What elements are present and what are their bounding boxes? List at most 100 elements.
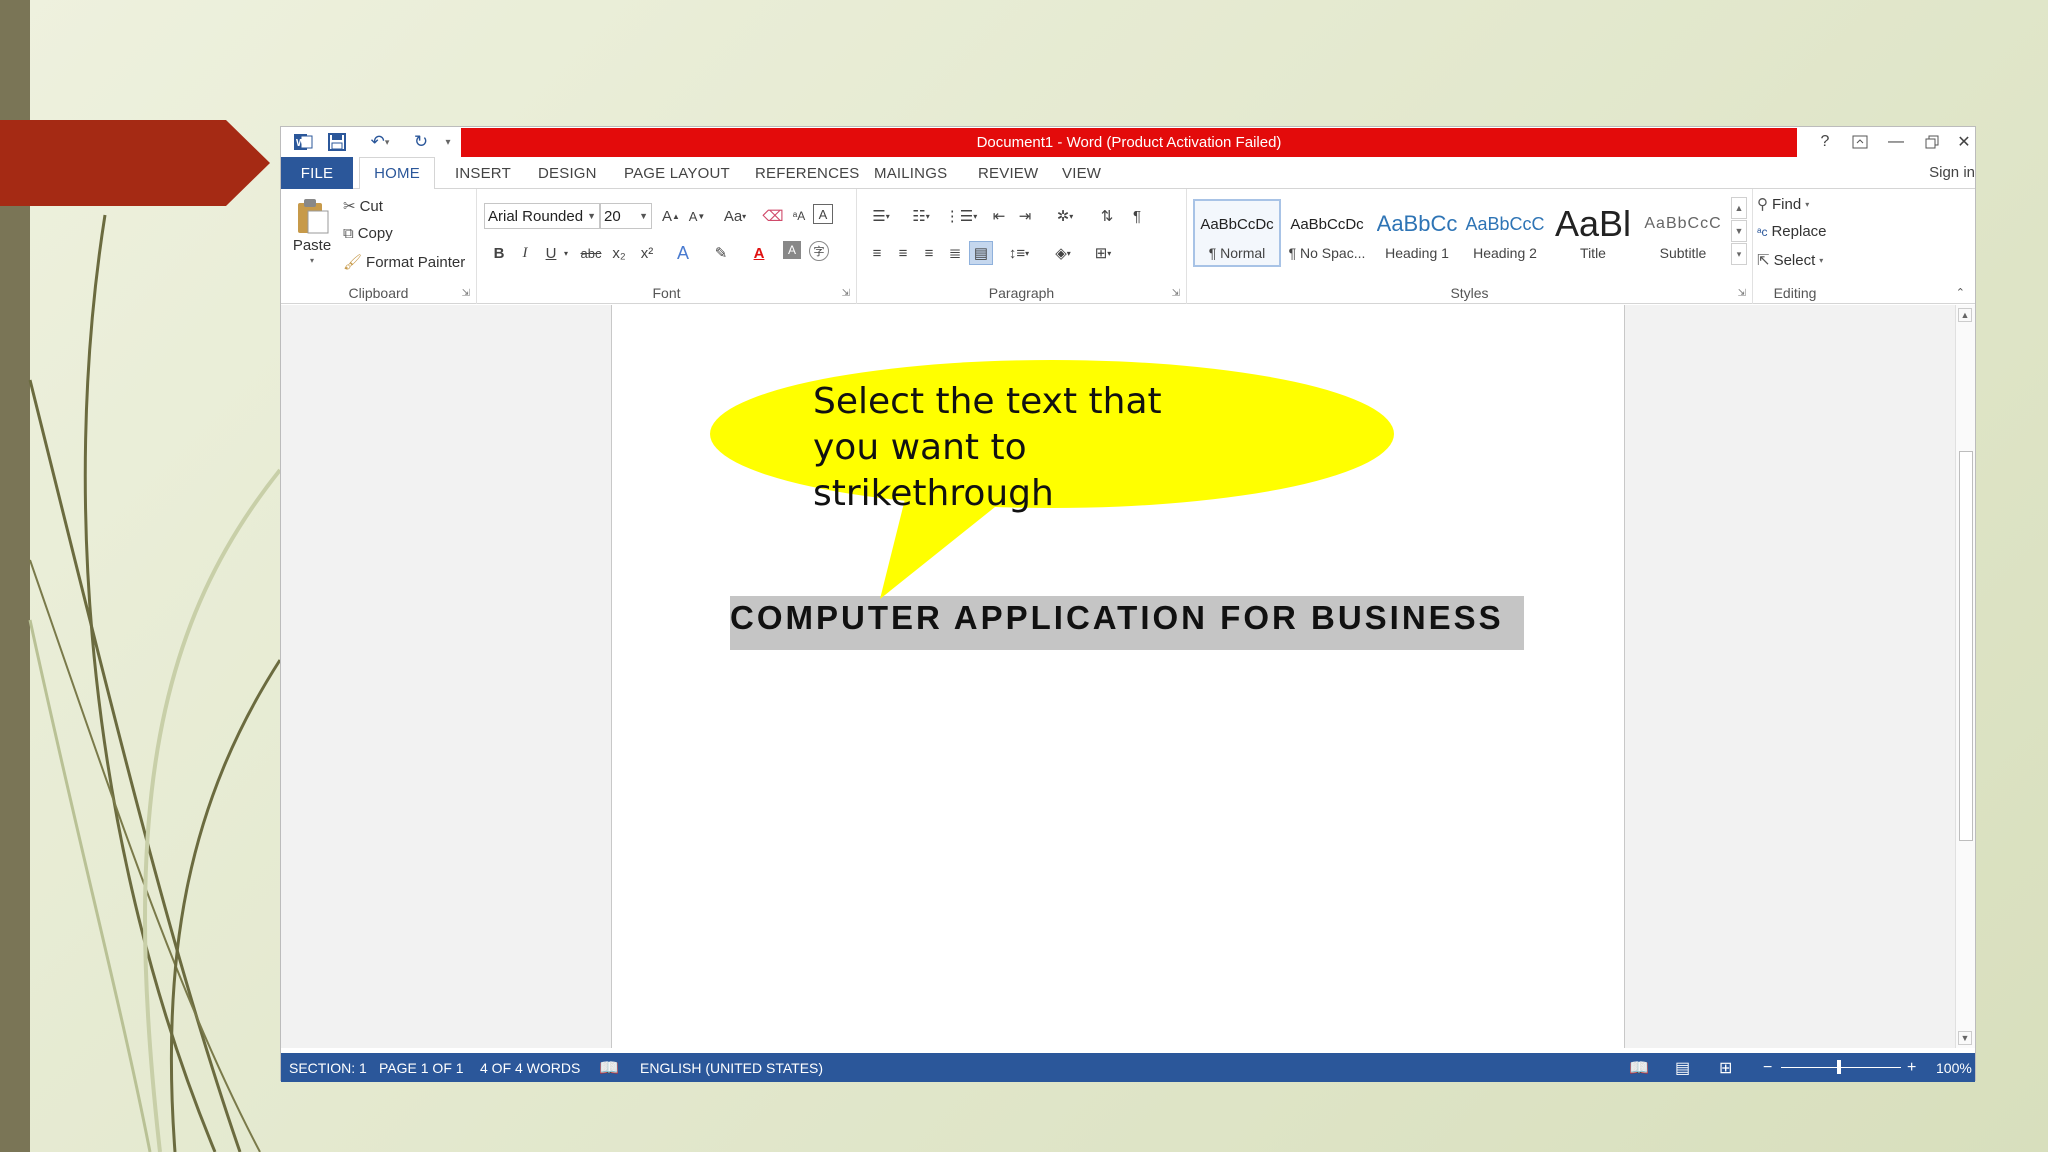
show-hide-marks-icon[interactable]: ¶: [1125, 204, 1149, 228]
chevron-down-icon: ▼: [587, 211, 596, 221]
read-mode-icon[interactable]: 📖: [1629, 1053, 1649, 1082]
document-page[interactable]: COMPUTER APPLICATION FOR BUSINESS Select…: [611, 305, 1625, 1048]
cut-button[interactable]: ✂ Cut: [343, 197, 383, 216]
style-no-spacing[interactable]: AaBbCcDc ¶ No Spac...: [1283, 199, 1371, 267]
tab-insert[interactable]: INSERT: [455, 157, 511, 189]
shading-icon[interactable]: ◈ ▾: [1045, 241, 1081, 265]
font-name-combo[interactable]: Arial Rounded ▼: [484, 203, 600, 229]
scrollbar-thumb[interactable]: [1959, 451, 1973, 841]
tab-file[interactable]: FILE: [281, 157, 353, 189]
justify-icon[interactable]: ≣: [943, 241, 967, 265]
multilevel-list-icon[interactable]: ⋮☰ ▾: [943, 204, 979, 228]
scroll-down-icon[interactable]: ▼: [1958, 1031, 1972, 1045]
style-subtitle-name: Subtitle: [1659, 245, 1707, 261]
numbering-icon[interactable]: ☷ ▾: [903, 204, 939, 228]
underline-options-icon[interactable]: ▾: [559, 241, 573, 265]
shrink-font-icon[interactable]: A ▼: [685, 204, 709, 228]
phonetic-guide-icon[interactable]: ᵃA: [787, 204, 811, 228]
tab-review[interactable]: REVIEW: [978, 157, 1038, 189]
restore-icon[interactable]: [1917, 131, 1947, 153]
copy-button[interactable]: ⧉ Copy: [343, 225, 393, 242]
replace-button[interactable]: ᵃc Replace: [1757, 223, 1827, 240]
align-center-icon[interactable]: ≡: [891, 241, 915, 265]
status-section[interactable]: SECTION: 1: [289, 1053, 367, 1082]
save-icon[interactable]: [325, 131, 349, 153]
distributed-icon[interactable]: ▤: [969, 241, 993, 265]
line-spacing-icon[interactable]: ↕≡ ▾: [1001, 241, 1037, 265]
redo-icon[interactable]: ↻: [409, 131, 433, 153]
clear-formatting-icon[interactable]: ⌫: [761, 204, 785, 228]
style-normal[interactable]: AaBbCcDc ¶ Normal: [1193, 199, 1281, 267]
sort-icon[interactable]: ⇅: [1095, 204, 1119, 228]
tab-home[interactable]: HOME: [359, 157, 435, 190]
close-icon[interactable]: ✕: [1949, 131, 1979, 153]
proofing-icon[interactable]: 📖: [599, 1053, 619, 1082]
zoom-out-icon[interactable]: −: [1763, 1053, 1772, 1082]
font-launcher-icon[interactable]: ⇲: [842, 288, 850, 299]
font-size-combo[interactable]: 20 ▼: [600, 203, 652, 229]
styles-group: AaBbCcDc ¶ Normal AaBbCcDc ¶ No Spac... …: [1187, 189, 1753, 304]
borders-icon[interactable]: ⊞ ▾: [1085, 241, 1121, 265]
font-color-icon[interactable]: A: [747, 241, 771, 265]
print-layout-icon[interactable]: ▤: [1675, 1053, 1690, 1082]
decrease-indent-icon[interactable]: ⇤: [987, 204, 1011, 228]
styles-launcher-icon[interactable]: ⇲: [1738, 288, 1746, 299]
increase-indent-icon[interactable]: ⇥: [1013, 204, 1037, 228]
highlight-color-icon[interactable]: ✎: [709, 241, 733, 265]
tab-design[interactable]: DESIGN: [538, 157, 597, 189]
ribbon-display-icon[interactable]: [1845, 131, 1875, 153]
text-effects-icon[interactable]: A: [671, 241, 695, 265]
tab-view[interactable]: VIEW: [1062, 157, 1101, 189]
status-language[interactable]: ENGLISH (UNITED STATES): [640, 1053, 823, 1082]
scroll-up-icon[interactable]: ▲: [1958, 308, 1972, 322]
format-painter-button[interactable]: 🖌 Format Painter: [343, 253, 465, 272]
italic-button[interactable]: I: [513, 241, 537, 265]
change-case-button[interactable]: Aa ▾: [717, 204, 753, 228]
collapse-ribbon-icon[interactable]: ⌃: [1956, 286, 1965, 299]
grow-font-icon[interactable]: A ▲: [659, 204, 683, 228]
status-words[interactable]: 4 OF 4 WORDS: [480, 1053, 580, 1082]
align-left-icon[interactable]: ≡: [865, 241, 889, 265]
find-button[interactable]: ⚲ Find ▾: [1757, 195, 1809, 214]
character-border-icon[interactable]: A: [813, 204, 833, 224]
paragraph-launcher-icon[interactable]: ⇲: [1172, 288, 1180, 299]
styles-more-icon[interactable]: ▾: [1731, 243, 1747, 265]
minimize-icon[interactable]: —: [1881, 131, 1911, 153]
styles-scroll-down-icon[interactable]: ▼: [1731, 220, 1747, 242]
strikethrough-button[interactable]: abc: [577, 241, 605, 265]
style-heading-1[interactable]: AaBbCc Heading 1: [1373, 199, 1461, 267]
web-layout-icon[interactable]: ⊞: [1719, 1053, 1732, 1082]
tab-mailings[interactable]: MAILINGS: [874, 157, 947, 189]
select-button[interactable]: ⇱ Select ▾: [1757, 251, 1823, 270]
zoom-slider[interactable]: [1777, 1053, 1905, 1082]
style-heading-2[interactable]: AaBbCcC Heading 2: [1461, 199, 1549, 267]
sign-in-link[interactable]: Sign in: [1929, 164, 1975, 181]
ribbon-tabs: FILE HOME INSERT DESIGN PAGE LAYOUT REFE…: [281, 157, 1975, 190]
editing-group: ⚲ Find ▾ ᵃc Replace ⇱ Select ▾ Editing: [1753, 189, 1837, 304]
subscript-button[interactable]: x₂: [607, 241, 631, 265]
styles-scroll-up-icon[interactable]: ▲: [1731, 197, 1747, 219]
tab-references[interactable]: REFERENCES: [755, 157, 860, 189]
undo-icon[interactable]: ↶ ▾: [363, 131, 397, 153]
paste-button[interactable]: Paste ▾: [289, 197, 335, 265]
character-shading-icon[interactable]: A: [783, 241, 801, 259]
vertical-scrollbar[interactable]: ▲ ▼: [1955, 305, 1975, 1048]
tab-page-layout[interactable]: PAGE LAYOUT: [624, 157, 730, 189]
clipboard-launcher-icon[interactable]: ⇲: [462, 288, 470, 299]
document-area: COMPUTER APPLICATION FOR BUSINESS Select…: [281, 305, 1957, 1048]
style-title[interactable]: AaBl Title: [1549, 199, 1637, 267]
style-subtitle[interactable]: AaBbCcC Subtitle: [1639, 199, 1727, 267]
status-page[interactable]: PAGE 1 OF 1: [379, 1053, 464, 1082]
bullets-icon[interactable]: ☰ ▾: [863, 204, 899, 228]
bold-button[interactable]: B: [487, 241, 511, 265]
zoom-level[interactable]: 100%: [1936, 1053, 1972, 1082]
customize-qat-icon[interactable]: ▾: [441, 131, 455, 153]
zoom-in-icon[interactable]: +: [1907, 1053, 1916, 1082]
superscript-button[interactable]: x²: [635, 241, 659, 265]
help-button[interactable]: ?: [1810, 131, 1840, 153]
replace-label: Replace: [1771, 223, 1827, 240]
enclose-characters-icon[interactable]: 字: [809, 241, 829, 261]
asian-layout-icon[interactable]: ✲ ▾: [1047, 204, 1083, 228]
zoom-slider-thumb[interactable]: [1837, 1060, 1841, 1074]
align-right-icon[interactable]: ≡: [917, 241, 941, 265]
